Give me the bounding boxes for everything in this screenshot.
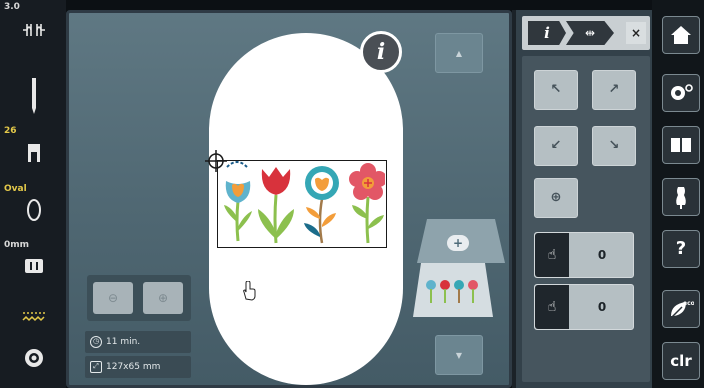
info-button[interactable]: i [360, 31, 402, 73]
move-controls: ↖ ↗ ↙ ↘ ⊕ ☝ 0 ☝ 0 [522, 56, 650, 382]
zoom-plus-icon: + [447, 235, 469, 251]
zoom-in-button[interactable]: ⊕ [143, 282, 183, 314]
move-up-right-button[interactable]: ↗ [592, 70, 636, 110]
upper-thread-tension-icon [23, 24, 45, 36]
needle-settings-item[interactable]: 3.0 [0, 0, 66, 58]
scroll-up-button[interactable]: ▲ [435, 33, 483, 73]
creative-consultant-button[interactable] [662, 178, 700, 216]
move-down-right-button[interactable]: ↘ [592, 126, 636, 166]
center-design-button[interactable]: ⊕ [534, 178, 578, 218]
embroidery-canvas: i ▲ ▼ + ⊖ ⊕ ◷ 11 min. ⤢ 127x65 mm [66, 10, 512, 388]
touch-hand-icon: ☝ [535, 233, 569, 277]
resize-icon: ⤢ [90, 360, 102, 373]
question-mark-icon: ? [675, 238, 687, 259]
move-up-left-button[interactable]: ↖ [534, 70, 578, 110]
triangle-up-icon: ▲ [455, 49, 463, 58]
close-button[interactable]: × [626, 22, 646, 44]
needle-icon [32, 78, 36, 114]
home-icon [671, 26, 691, 44]
arrow-down-left-icon: ↙ [550, 138, 562, 153]
bobbin-item[interactable] [0, 342, 66, 376]
triangle-down-icon: ▼ [455, 351, 463, 360]
vertical-move-control[interactable]: ☝ 0 [534, 284, 634, 330]
stitch-plate-label: 0mm [4, 240, 30, 250]
design-size-text: 127x65 mm [106, 362, 161, 372]
dress-form-icon [676, 187, 686, 209]
scroll-down-button[interactable]: ▼ [435, 335, 483, 375]
move-arrows-icon: ⇹ [584, 26, 596, 40]
hoop-item[interactable]: Oval [0, 184, 66, 226]
zoom-controls: ⊖ ⊕ [87, 275, 191, 321]
flower-design-image [224, 163, 387, 244]
left-status-bar: 3.0 26 Oval 0mm [0, 0, 66, 388]
presser-foot-icon [28, 144, 40, 162]
horizontal-move-control[interactable]: ☝ 0 [534, 232, 634, 278]
bobbin-icon [25, 349, 43, 367]
clear-button[interactable]: clr [662, 342, 700, 380]
arrow-down-right-icon: ↘ [608, 138, 620, 153]
zoom-out-button[interactable]: ⊖ [93, 282, 133, 314]
design-preview-thumbnail[interactable] [413, 263, 493, 317]
feed-dog-icon [22, 312, 45, 322]
hoop-label: Oval [4, 184, 27, 194]
panel-tab-bar: i ⇹ × [522, 16, 650, 50]
move-down-left-button[interactable]: ↙ [534, 126, 578, 166]
settings-button[interactable] [662, 74, 700, 112]
tab-move[interactable]: ⇹ [566, 21, 614, 45]
presser-foot-label: 26 [4, 126, 17, 136]
eco-button[interactable]: eco [662, 290, 700, 328]
stitch-plate-icon [25, 259, 43, 273]
crosshair-icon: ⊕ [550, 190, 562, 205]
tutorial-button[interactable] [662, 126, 700, 164]
design-size-info: ⤢ 127x65 mm [85, 356, 191, 378]
arrow-up-right-icon: ↗ [608, 82, 620, 97]
stitch-plate-item[interactable]: 0mm [0, 240, 66, 280]
tab-info[interactable]: i [528, 21, 566, 45]
clock-icon: ◷ [90, 335, 102, 348]
design-center-crosshair-icon[interactable] [205, 150, 227, 172]
rotate-indicator-icon [226, 161, 248, 168]
stitch-time-info: ◷ 11 min. [85, 331, 191, 353]
home-button[interactable] [662, 16, 700, 54]
magnifier-plus-icon: ⊕ [157, 291, 169, 305]
book-icon [671, 138, 691, 152]
oval-hoop-icon [27, 199, 41, 221]
needle-label: 3.0 [4, 2, 20, 12]
help-button[interactable]: ? [662, 230, 700, 268]
gear-icon [671, 84, 693, 100]
hand-cursor-icon [243, 281, 256, 301]
edit-panel: i ⇹ × ↖ ↗ ↙ ↘ ⊕ ☝ 0 ☝ 0 [512, 10, 652, 388]
embroidery-design[interactable] [217, 160, 387, 248]
vertical-move-value: 0 [597, 300, 607, 314]
svg-text:eco: eco [683, 300, 694, 307]
stitch-time-text: 11 min. [106, 337, 141, 347]
feed-dog-item[interactable] [0, 306, 66, 330]
arrow-up-left-icon: ↖ [550, 82, 562, 97]
horizontal-move-value: 0 [597, 248, 607, 262]
needle-item[interactable] [0, 70, 66, 120]
presser-foot-item[interactable]: 26 [0, 126, 66, 170]
touch-hand-icon: ☝ [535, 285, 569, 329]
main-nav-bar: ? eco clr [652, 0, 704, 388]
magnifier-minus-icon: ⊖ [107, 291, 119, 305]
eco-leaf-icon: eco [670, 300, 695, 319]
